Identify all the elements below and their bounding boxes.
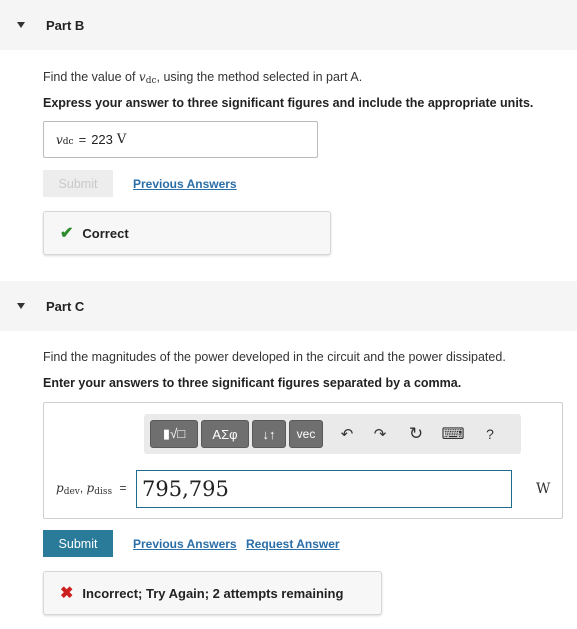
redo-icon[interactable]: ↷: [369, 422, 391, 446]
part-b-title: Part B: [46, 17, 85, 33]
answer-value: 223: [91, 132, 113, 147]
part-b-answer-field[interactable]: v dc = 223 V: [43, 121, 318, 158]
collapse-caret-icon[interactable]: [17, 303, 25, 309]
part-b-submit-button[interactable]: Submit: [43, 170, 113, 197]
part-c-title: Part C: [46, 298, 85, 314]
answer-variable: v: [56, 132, 63, 147]
part-b-previous-answers-link[interactable]: Previous Answers: [133, 177, 237, 191]
answer-unit: W: [536, 481, 551, 497]
keyboard-icon[interactable]: ⌨: [441, 422, 464, 446]
part-b-question: Find the value of vdc, using the method …: [43, 70, 363, 86]
part-b-instruction: Express your answer to three significant…: [43, 96, 534, 110]
greek-symbols-button[interactable]: ΑΣφ: [201, 420, 249, 448]
subscript-superscript-button[interactable]: ↓↑: [252, 420, 286, 448]
undo-icon[interactable]: ↶: [336, 422, 358, 446]
part-c-previous-answers-link[interactable]: Previous Answers: [133, 537, 237, 551]
collapse-caret-icon[interactable]: [17, 22, 25, 28]
x-mark-icon: ✖: [60, 585, 74, 602]
request-answer-link[interactable]: Request Answer: [246, 537, 340, 551]
answer-variables-label: pdev, pdiss =: [56, 481, 127, 497]
part-c-instruction: Enter your answers to three significant …: [43, 376, 462, 390]
vector-button[interactable]: vec: [289, 420, 323, 448]
part-c-submit-button[interactable]: Submit: [43, 530, 113, 557]
reset-icon[interactable]: ↻: [405, 422, 427, 446]
math-toolbar: ▮√□ ΑΣφ ↓↑ vec ↶ ↷ ↻ ⌨ ?: [144, 414, 521, 454]
part-c-feedback: ✖ Incorrect; Try Again; 2 attempts remai…: [43, 571, 382, 615]
part-c-answer-panel: ▮√□ ΑΣφ ↓↑ vec ↶ ↷ ↻ ⌨ ? pdev, pdiss = 7…: [43, 402, 563, 519]
help-icon[interactable]: ?: [479, 422, 501, 446]
part-c-question: Find the magnitudes of the power develop…: [43, 350, 506, 364]
answer-unit: V: [116, 132, 127, 147]
checkmark-icon: ✔: [60, 225, 74, 242]
part-c-header[interactable]: Part C: [0, 281, 577, 331]
templates-button[interactable]: ▮√□: [150, 420, 198, 448]
part-b-feedback: ✔ Correct: [43, 211, 331, 255]
part-b-header[interactable]: Part B: [0, 0, 577, 50]
part-c-answer-input[interactable]: 795,795: [136, 470, 512, 508]
